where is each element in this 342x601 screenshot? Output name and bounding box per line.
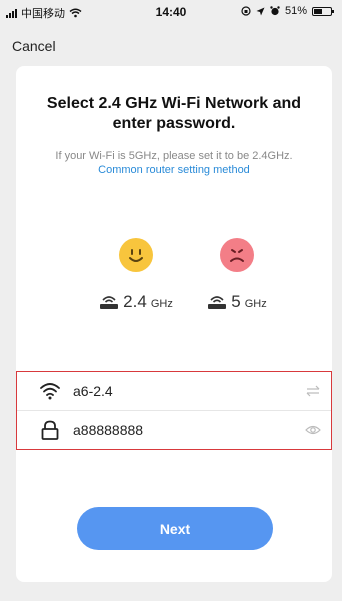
happy-face-icon [119, 238, 153, 272]
cancel-button[interactable]: Cancel [12, 38, 56, 54]
band-5ghz: 5 GHz [187, 238, 287, 312]
band-2-4ghz: 2.4 GHz [86, 238, 186, 312]
status-right: 51% [241, 5, 334, 17]
battery-fill [314, 8, 322, 14]
router-settings-link[interactable]: Common router setting method [26, 164, 322, 176]
band-label-5: 5 GHz [187, 292, 287, 312]
wifi-icon [40, 383, 60, 400]
wifi-name-field[interactable]: a6-2.4 [73, 383, 113, 399]
show-password-icon[interactable] [305, 423, 321, 437]
router-icon [100, 296, 119, 309]
switch-network-icon[interactable] [305, 384, 321, 398]
lock-icon [41, 420, 59, 440]
router-icon [208, 296, 227, 309]
wifi-name-row[interactable]: a6-2.4 [17, 372, 331, 410]
password-row[interactable]: a88888888 [17, 411, 331, 449]
next-button[interactable]: Next [77, 507, 273, 550]
location-icon [256, 7, 265, 15]
alarm-icon [270, 6, 280, 16]
band-value: 2.4 [123, 292, 147, 311]
battery-icon [312, 6, 334, 16]
band-value: 5 [231, 292, 241, 311]
sad-face-icon [220, 238, 254, 272]
wifi-credentials-form: a6-2.4 a88888888 [16, 371, 332, 450]
rotation-lock-icon [241, 6, 251, 16]
wifi-setup-card: Select 2.4 GHz Wi-Fi Network and enter p… [16, 66, 332, 582]
battery-percent: 51% [284, 5, 307, 17]
password-field[interactable]: a88888888 [73, 422, 143, 438]
band-unit: GHz [244, 298, 267, 310]
page-title: Select 2.4 GHz Wi-Fi Network and enter p… [46, 95, 302, 132]
band-label-2-4: 2.4 GHz [86, 292, 186, 312]
band-unit: GHz [150, 298, 173, 310]
status-bar: 中国移动 14:40 51% [0, 0, 342, 22]
band-hint-text: If your Wi-Fi is 5GHz, please set it to … [55, 150, 293, 162]
